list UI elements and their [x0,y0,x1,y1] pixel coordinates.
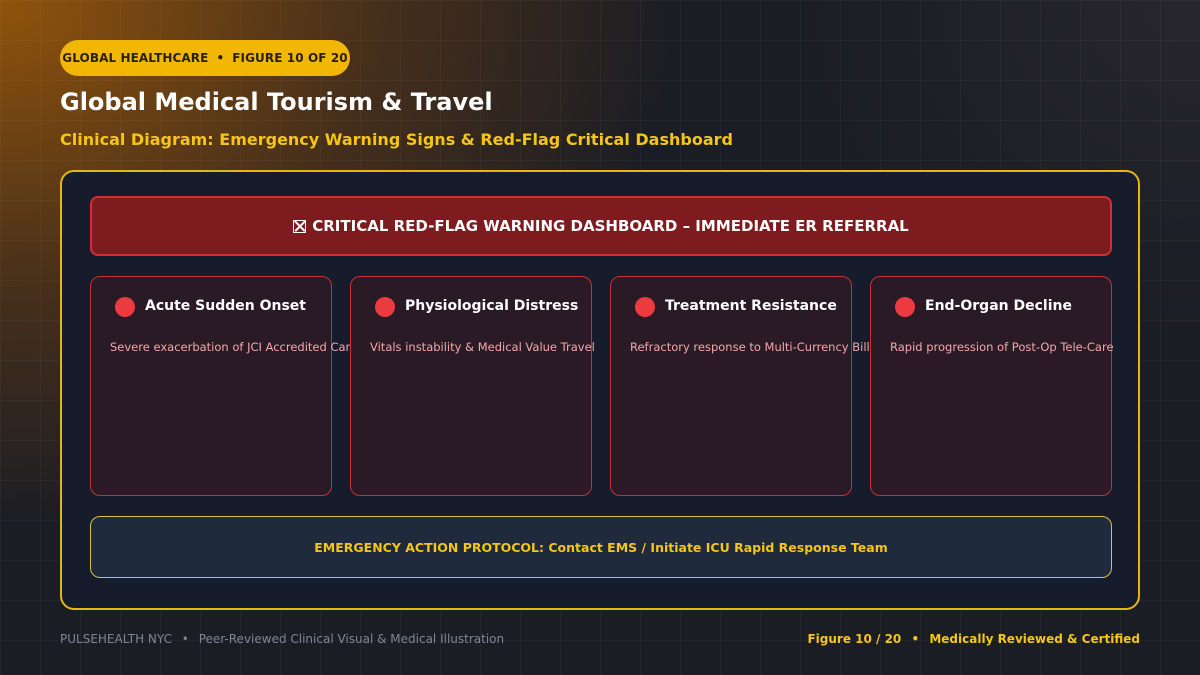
red-dot-icon [635,297,655,317]
warning-cards: Acute Sudden Onset Severe exacerbation o… [90,276,1114,496]
warning-banner: CRITICAL RED-FLAG WARNING DASHBOARD – IM… [90,196,1112,256]
badge-category: GLOBAL HEALTHCARE [62,51,209,65]
emergency-protocol-bar: EMERGENCY ACTION PROTOCOL: Contact EMS /… [90,516,1112,578]
footer-brand: PULSEHEALTH NYC [60,632,172,646]
warning-card-title: End-Organ Decline [925,298,1072,314]
emergency-protocol-text: EMERGENCY ACTION PROTOCOL: Contact EMS /… [314,539,888,555]
dashboard-panel: CRITICAL RED-FLAG WARNING DASHBOARD – IM… [60,170,1140,610]
x-box-icon [293,219,307,233]
warning-card-title: Treatment Resistance [665,298,837,314]
footer-certification: Medically Reviewed & Certified [929,632,1140,646]
warning-card: Treatment Resistance Refractory response… [610,276,888,496]
warning-card-title: Acute Sudden Onset [145,298,306,314]
badge-figure: FIGURE 10 OF 20 [232,51,348,65]
warning-card: Physiological Distress Vitals instabilit… [350,276,595,496]
footer-credit: PULSEHEALTH NYC • Peer-Reviewed Clinical… [60,632,504,646]
badge-separator: • [216,51,225,65]
warning-banner-text: CRITICAL RED-FLAG WARNING DASHBOARD – IM… [312,217,909,235]
footer-figure: Figure 10 / 20 [807,632,902,646]
red-dot-icon [375,297,395,317]
category-badge: GLOBAL HEALTHCARE • FIGURE 10 OF 20 [60,40,350,76]
footer-separator: • [181,632,189,646]
footer-separator: • [911,632,920,646]
warning-card: Acute Sudden Onset Severe exacerbation o… [90,276,357,496]
red-dot-icon [115,297,135,317]
footer-tagline: Peer-Reviewed Clinical Visual & Medical … [198,632,505,646]
page-subtitle: Clinical Diagram: Emergency Warning Sign… [60,130,733,149]
warning-card-description: Rapid progression of Post-Op Tele-Care [890,340,1114,354]
warning-card: End-Organ Decline Rapid progression of P… [870,276,1114,496]
warning-card-description: Severe exacerbation of JCI Accredited Ca… [110,340,358,354]
red-dot-icon [895,297,915,317]
footer-figure-info: Figure 10 / 20 • Medically Reviewed & Ce… [807,632,1140,646]
page-title: Global Medical Tourism & Travel [60,88,493,116]
warning-card-title: Physiological Distress [405,298,579,314]
warning-card-description: Vitals instability & Medical Value Trave… [370,340,595,354]
warning-card-description: Refractory response to Multi-Currency Bi… [630,340,888,354]
